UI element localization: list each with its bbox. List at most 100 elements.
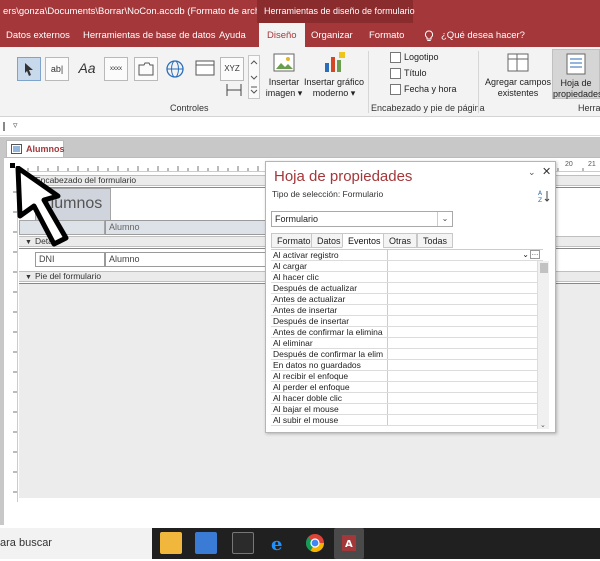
property-sheet-icon [563, 52, 589, 76]
insert-image-button[interactable]: Insertar imagen ▾ [264, 51, 304, 99]
property-row[interactable]: Al hacer doble clic [271, 393, 543, 404]
tab-format[interactable]: Formato [369, 23, 404, 47]
property-value[interactable] [387, 382, 541, 392]
tab-eventos[interactable]: Eventos [342, 233, 387, 248]
property-row[interactable]: Al bajar el mouse [271, 404, 543, 415]
svg-text:A: A [345, 539, 353, 550]
select-pointer-icon[interactable] [17, 57, 41, 81]
insert-chart-label-2: moderno ▾ [312, 88, 356, 98]
tab-design[interactable]: Diseño [259, 23, 305, 47]
property-row[interactable]: En datos no guardados [271, 360, 543, 371]
property-value[interactable] [387, 261, 541, 271]
chevron-down-icon[interactable]: ⌄ [437, 212, 452, 226]
property-value[interactable] [387, 327, 541, 337]
insert-chart-button[interactable]: Insertar gráfico moderno ▾ [303, 51, 365, 99]
arrow-pointer-icon [14, 165, 70, 250]
button-control[interactable]: xxxx [104, 57, 128, 81]
chevron-down-icon[interactable]: ⌄ [522, 250, 529, 260]
ribbon-separator [478, 51, 479, 113]
property-value[interactable] [387, 272, 541, 282]
tab-control-icon[interactable] [134, 57, 158, 81]
property-row[interactable]: Al eliminar [271, 338, 543, 349]
property-value[interactable] [387, 360, 541, 370]
property-value[interactable] [387, 283, 541, 293]
property-row[interactable]: Después de actualizar [271, 283, 543, 294]
store-icon[interactable] [195, 532, 217, 554]
builder-ellipsis-button[interactable]: … [530, 250, 540, 259]
sort-icon[interactable]: AZ [538, 189, 550, 205]
property-row[interactable]: Después de confirmar la elim [271, 349, 543, 360]
property-row[interactable]: Al activar registro ⌄… [271, 250, 543, 261]
logo-icon [390, 52, 401, 64]
option-group-icon[interactable] [222, 83, 246, 107]
property-grid-scrollbar[interactable]: ⌄ [537, 261, 549, 429]
logo-button[interactable]: Logotipo [390, 52, 439, 64]
document-tab-alumnos[interactable]: Alumnos [6, 140, 65, 157]
property-sheet-panel[interactable]: Hoja de propiedades ⌄ ✕ Tipo de selecció… [265, 161, 556, 433]
internet-explorer-icon[interactable]: e [268, 532, 290, 555]
tab-external-data[interactable]: Datos externos [6, 23, 70, 47]
property-value[interactable] [387, 294, 541, 304]
property-name: Al hacer doble clic [273, 393, 342, 403]
alumno-textbox[interactable]: Alumno [105, 252, 270, 267]
form-icon [11, 144, 22, 156]
property-row[interactable]: Antes de insertar [271, 305, 543, 316]
property-row[interactable]: Al subir el mouse [271, 415, 543, 426]
property-value[interactable] [387, 415, 541, 425]
tab-todas[interactable]: Todas [417, 233, 454, 248]
property-row[interactable]: Al cargar [271, 261, 543, 272]
property-row[interactable]: Al hacer clic [271, 272, 543, 283]
property-name: Después de actualizar [273, 283, 358, 293]
file-explorer-icon[interactable] [160, 532, 182, 554]
tab-help[interactable]: Ayuda [219, 23, 246, 47]
property-row[interactable]: Al perder el enfoque [271, 382, 543, 393]
solitaire-icon[interactable] [232, 532, 254, 554]
property-value[interactable] [387, 305, 541, 315]
date-time-button[interactable]: Fecha y hora [390, 84, 457, 96]
calendar-icon [390, 84, 401, 96]
tab-formato[interactable]: Formato [271, 233, 317, 248]
header-field-label[interactable]: Alumno [105, 220, 270, 235]
web-browser-icon[interactable] [193, 57, 217, 81]
object-selector-dropdown[interactable]: Formulario ⌄ [271, 211, 453, 227]
scroll-down-icon[interactable]: ⌄ [540, 421, 546, 429]
textbox-control[interactable]: ab| [45, 57, 69, 81]
property-name: Al eliminar [273, 338, 313, 348]
property-value[interactable] [387, 338, 541, 348]
chrome-icon[interactable] [304, 532, 326, 554]
title-button[interactable]: Título [390, 68, 427, 80]
tab-otras[interactable]: Otras [383, 233, 418, 248]
property-value[interactable] [387, 349, 541, 359]
property-value[interactable]: ⌄… [387, 250, 541, 260]
tab-database-tools[interactable]: Herramientas de base de datos [83, 23, 216, 47]
property-row[interactable]: Al recibir el enfoque [271, 371, 543, 382]
scrollbar-thumb[interactable] [540, 263, 548, 273]
label-control[interactable]: Aa [75, 57, 99, 81]
title-icon [390, 68, 401, 80]
close-icon[interactable]: ✕ [542, 165, 551, 178]
dni-label[interactable]: DNI [35, 252, 105, 267]
property-value[interactable] [387, 316, 541, 326]
tell-me-search[interactable]: ¿Qué desea hacer? [441, 23, 525, 47]
controls-gallery-scroll[interactable] [248, 55, 260, 99]
property-value[interactable] [387, 393, 541, 403]
navigation-control[interactable]: XYZ [220, 57, 244, 81]
property-row[interactable]: Después de insertar [271, 316, 543, 327]
add-fields-icon [505, 51, 531, 75]
hyperlink-globe-icon[interactable] [163, 57, 187, 81]
chevron-down-icon[interactable]: ▿ [13, 120, 18, 131]
property-value[interactable] [387, 371, 541, 381]
property-sheet-button[interactable]: Hoja de propiedades [552, 49, 600, 99]
property-row[interactable]: Antes de confirmar la elimina [271, 327, 543, 338]
insert-image-label-2: imagen ▾ [265, 88, 303, 98]
taskbar-search-box[interactable]: ara buscar [0, 528, 152, 559]
tab-arrange[interactable]: Organizar [311, 23, 353, 47]
object-selector-value: Formulario [275, 214, 319, 224]
property-row[interactable]: Antes de actualizar [271, 294, 543, 305]
access-app-icon[interactable]: A [334, 528, 364, 559]
property-value[interactable] [387, 404, 541, 414]
lightbulb-icon[interactable] [424, 23, 434, 47]
add-existing-fields-button[interactable]: Agregar campos existentes [483, 51, 553, 99]
collapse-icon[interactable]: ⌄ [528, 167, 536, 178]
property-name: Antes de insertar [273, 305, 338, 315]
